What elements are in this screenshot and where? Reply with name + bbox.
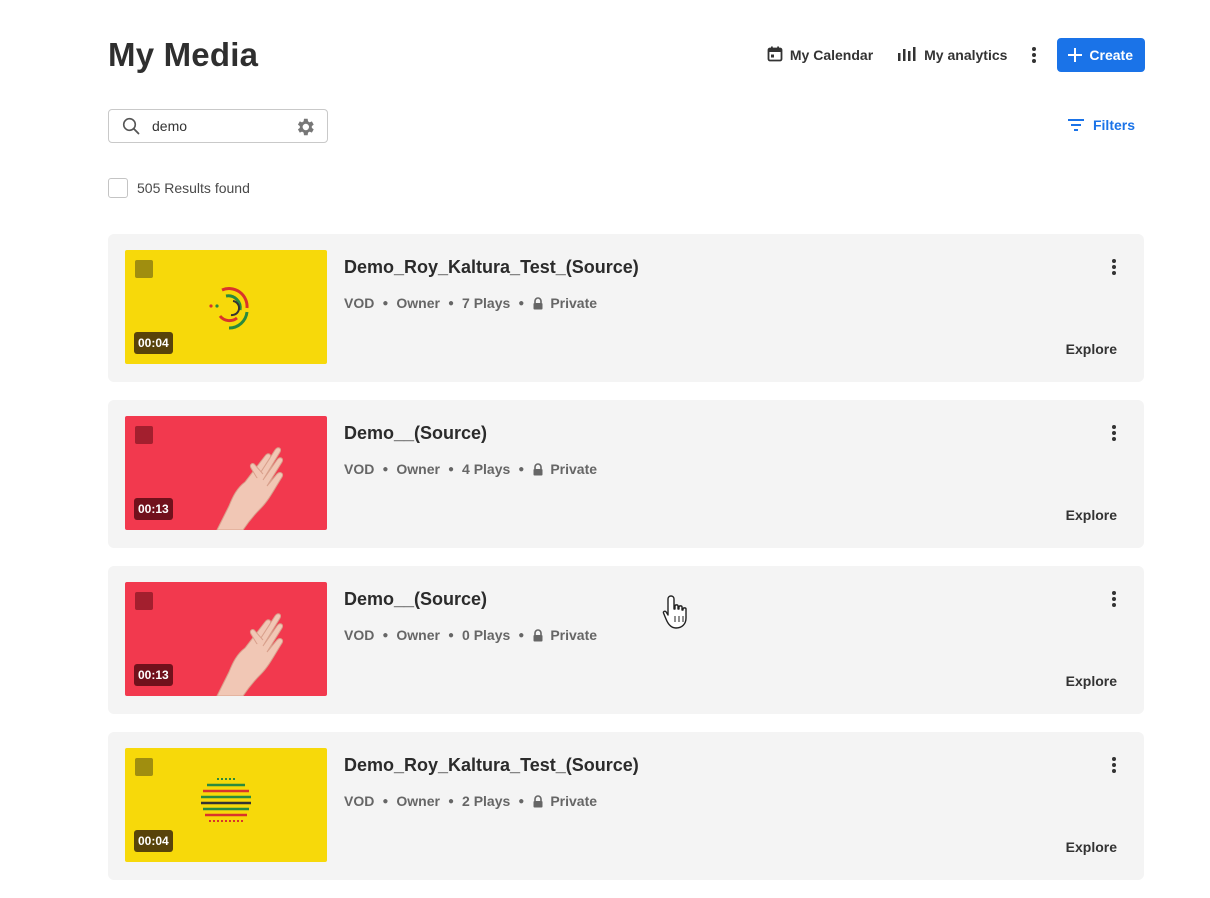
duration-badge: 00:04: [134, 332, 173, 354]
my-calendar-label: My Calendar: [789, 47, 874, 63]
media-item: 00:13 Demo__(Source) VOD ● Owner ● 0 Pla…: [108, 566, 1144, 714]
plus-icon: [1068, 48, 1083, 62]
kebab-icon: [1112, 757, 1116, 773]
media-role: Owner: [396, 295, 440, 311]
media-privacy: Private: [550, 793, 598, 809]
media-item: 00:04 Demo_Roy_Kaltura_Test_(Source) VOD…: [108, 234, 1144, 382]
analytics-icon: [897, 46, 917, 65]
duration-badge: 00:13: [134, 664, 173, 686]
media-privacy: Private: [550, 295, 598, 311]
media-meta: VOD ● Owner ● 4 Plays ● Private: [344, 461, 598, 477]
lock-icon: [532, 628, 544, 642]
media-type: VOD: [344, 295, 375, 311]
media-item: 00:13 Demo__(Source) VOD ● Owner ● 4 Pla…: [108, 400, 1144, 548]
media-plays: 0 Plays: [462, 627, 511, 643]
media-title[interactable]: Demo__(Source): [344, 589, 487, 610]
search-box: [108, 109, 328, 143]
filters-label: Filters: [1092, 117, 1135, 133]
media-list: 00:04 Demo_Roy_Kaltura_Test_(Source) VOD…: [108, 234, 1144, 898]
filters-button[interactable]: Filters: [1067, 117, 1135, 133]
gear-icon[interactable]: [294, 116, 316, 138]
media-plays: 7 Plays: [462, 295, 511, 311]
item-checkbox[interactable]: [135, 260, 153, 278]
my-analytics-link[interactable]: My analytics: [897, 46, 1007, 65]
my-analytics-label: My analytics: [924, 47, 1008, 63]
media-title[interactable]: Demo__(Source): [344, 423, 487, 444]
top-actions: My Calendar My analytics Create: [767, 38, 1145, 72]
kebab-icon: [1112, 591, 1116, 607]
media-meta: VOD ● Owner ● 7 Plays ● Private: [344, 295, 598, 311]
search-input[interactable]: [150, 117, 274, 135]
media-title[interactable]: Demo_Roy_Kaltura_Test_(Source): [344, 257, 639, 278]
media-type: VOD: [344, 627, 375, 643]
kebab-icon: [1032, 47, 1037, 63]
more-options-button[interactable]: [1031, 46, 1037, 64]
media-type: VOD: [344, 793, 375, 809]
media-privacy: Private: [550, 461, 598, 477]
media-meta: VOD ● Owner ● 2 Plays ● Private: [344, 793, 598, 809]
media-role: Owner: [396, 461, 440, 477]
media-privacy: Private: [550, 627, 598, 643]
media-thumbnail[interactable]: 00:04: [125, 748, 327, 862]
media-type: VOD: [344, 461, 375, 477]
media-thumbnail[interactable]: 00:13: [125, 416, 327, 530]
kebab-icon: [1112, 259, 1116, 275]
media-thumbnail[interactable]: 00:13: [125, 582, 327, 696]
filter-icon: [1067, 119, 1084, 131]
explore-link[interactable]: Explore: [1066, 507, 1117, 523]
item-checkbox[interactable]: [135, 592, 153, 610]
page-title: My Media: [108, 36, 259, 73]
kebab-icon: [1112, 425, 1116, 441]
explore-link[interactable]: Explore: [1066, 673, 1117, 689]
lock-icon: [532, 462, 544, 476]
lock-icon: [532, 296, 544, 310]
create-button[interactable]: Create: [1057, 38, 1145, 72]
duration-badge: 00:13: [134, 498, 173, 520]
media-role: Owner: [396, 793, 440, 809]
item-checkbox[interactable]: [135, 758, 153, 776]
hand-cursor-icon: [662, 594, 692, 635]
results-row: 505 Results found: [108, 178, 250, 198]
explore-link[interactable]: Explore: [1066, 839, 1117, 855]
media-thumbnail[interactable]: 00:04: [125, 250, 327, 364]
item-more-button[interactable]: [1111, 590, 1117, 608]
item-more-button[interactable]: [1111, 424, 1117, 442]
item-checkbox[interactable]: [135, 426, 153, 444]
explore-link[interactable]: Explore: [1066, 341, 1117, 357]
lock-icon: [532, 794, 544, 808]
media-role: Owner: [396, 627, 440, 643]
duration-badge: 00:04: [134, 830, 173, 852]
media-meta: VOD ● Owner ● 0 Plays ● Private: [344, 627, 598, 643]
search-icon: [122, 117, 140, 135]
item-more-button[interactable]: [1111, 258, 1117, 276]
results-count: 505 Results found: [137, 180, 250, 196]
select-all-checkbox[interactable]: [108, 178, 128, 198]
my-calendar-link[interactable]: My Calendar: [767, 46, 873, 65]
item-more-button[interactable]: [1111, 756, 1117, 774]
media-title[interactable]: Demo_Roy_Kaltura_Test_(Source): [344, 755, 639, 776]
calendar-icon: [767, 46, 783, 65]
create-label: Create: [1089, 47, 1133, 63]
media-item: 00:04 Demo_Roy_Kaltura_Test_(Source) VOD…: [108, 732, 1144, 880]
media-plays: 4 Plays: [462, 461, 511, 477]
media-plays: 2 Plays: [462, 793, 511, 809]
